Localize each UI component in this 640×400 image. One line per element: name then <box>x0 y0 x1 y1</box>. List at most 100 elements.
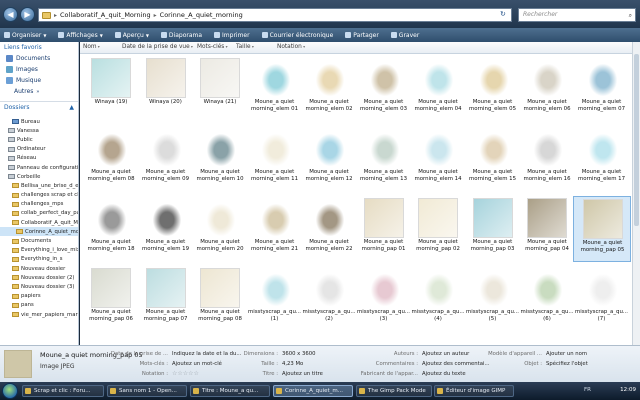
file-item[interactable]: Moune_a quiet morning_pap 08 <box>191 266 249 332</box>
file-item[interactable]: Moune_a quiet morning_elem 17 <box>573 126 631 192</box>
tree-item[interactable]: Réseau <box>0 154 78 163</box>
tree-item[interactable]: Bureau <box>0 117 78 126</box>
folders-heading[interactable]: Dossiers ▲ <box>0 101 78 113</box>
file-item[interactable]: Moune_a quiet morning_elem 12 <box>300 126 358 192</box>
authors-value[interactable]: Ajoutez un auteur <box>422 351 469 357</box>
print-button[interactable]: Imprimer <box>214 32 250 39</box>
file-item[interactable]: Moune_a quiet morning_pap 03 <box>464 196 522 262</box>
slideshow-button[interactable]: Diaporama <box>160 32 202 39</box>
file-item[interactable]: misstyscrap_a_qu... (2) <box>300 266 358 332</box>
file-item[interactable]: Moune_a quiet morning_elem 18 <box>82 196 140 262</box>
tree-item[interactable]: Public <box>0 135 78 144</box>
file-item[interactable]: Winaya (20) <box>137 56 195 122</box>
file-item[interactable]: misstyscrap_a_qu... (4) <box>409 266 467 332</box>
title-value[interactable]: Ajoutez un titre <box>282 371 323 377</box>
organize-button[interactable]: Organiser ▼ <box>4 32 46 39</box>
file-item[interactable]: Moune_a quiet morning_elem 19 <box>137 196 195 262</box>
breadcrumb-current[interactable]: Corinne_A_quiet_morning <box>160 11 243 19</box>
tree-item[interactable]: Ordinateur <box>0 145 78 154</box>
file-item[interactable]: Moune_a quiet morning_pap 07 <box>137 266 195 332</box>
file-item[interactable]: misstyscrap_a_qu... (3) <box>355 266 413 332</box>
file-item[interactable]: Moune_a quiet morning_elem 21 <box>246 196 304 262</box>
tree-item[interactable]: Corinne_A_quiet_mor <box>0 227 78 237</box>
file-item[interactable]: Moune_a quiet morning_elem 03 <box>355 56 413 122</box>
clock[interactable]: 12:09 <box>620 387 636 393</box>
file-item[interactable]: Moune_a quiet morning_elem 04 <box>409 56 467 122</box>
scrollbar-thumb[interactable] <box>634 54 639 226</box>
vertical-scrollbar[interactable] <box>632 42 640 345</box>
favorite-images[interactable]: Images <box>0 64 78 75</box>
tree-item[interactable]: Nouveau dossier (3) <box>0 282 78 291</box>
favorites-more[interactable]: Autres» <box>0 86 78 97</box>
file-item[interactable]: misstyscrap_a_qu... (5) <box>464 266 522 332</box>
back-button[interactable]: ◀ <box>3 7 18 22</box>
tree-item[interactable]: collab_perfect_day_part <box>0 209 78 218</box>
taskbar-button[interactable]: Sans nom 1 - Open... <box>107 385 187 397</box>
camera-model-value[interactable]: Ajouter un nom <box>546 351 587 357</box>
keywords-value[interactable]: Ajoutez un mot-clé <box>172 361 222 367</box>
file-item[interactable]: Moune_a quiet morning_elem 06 <box>518 56 576 122</box>
file-item[interactable]: Moune_a quiet morning_elem 22 <box>300 196 358 262</box>
camera-maker-value[interactable]: Ajoutez du texte <box>422 371 466 377</box>
taskbar-button[interactable]: Scrap et clic : Foru... <box>22 385 104 397</box>
address-field[interactable]: ▸ Collaboratif_A_quit_Morning ▸ Corinne_… <box>38 8 512 22</box>
subject-value[interactable]: Spécifiez l'objet <box>546 361 588 367</box>
taskbar-button[interactable]: Corinne_A_quiet_m... <box>273 385 353 397</box>
start-button[interactable] <box>2 383 18 399</box>
rating-stars[interactable]: ☆☆☆☆☆ <box>172 370 199 377</box>
file-item[interactable]: Moune_a quiet morning_elem 13 <box>355 126 413 192</box>
column-date-taken[interactable]: Date de la prise de vue <box>122 44 193 50</box>
file-item[interactable]: Moune_a quiet morning_pap 06 <box>82 266 140 332</box>
file-item[interactable]: Moune_a quiet morning_elem 08 <box>82 126 140 192</box>
tree-item[interactable]: Everything_i_love_mixst <box>0 246 78 255</box>
file-item[interactable]: Moune_a quiet morning_elem 01 <box>246 56 304 122</box>
file-item[interactable]: Moune_a quiet morning_pap 04 <box>518 196 576 262</box>
comments-value[interactable]: Ajoutez des commentai... <box>422 361 490 367</box>
taskbar-button[interactable]: Éditeur d'image GIMP <box>434 385 514 397</box>
file-item[interactable]: Moune_a quiet morning_elem 09 <box>137 126 195 192</box>
file-item[interactable]: Moune_a quiet morning_elem 11 <box>246 126 304 192</box>
file-item[interactable]: Winaya (19) <box>82 56 140 122</box>
tree-item[interactable]: pans <box>0 301 78 310</box>
language-indicator[interactable]: FR <box>584 387 591 393</box>
file-item[interactable]: Moune_a quiet morning_elem 02 <box>300 56 358 122</box>
tree-item[interactable]: Nouveau dossier (2) <box>0 273 78 282</box>
search-input[interactable]: Rechercher ⌕ <box>518 8 636 22</box>
breadcrumb-parent[interactable]: Collaboratif_A_quit_Morning <box>60 11 151 19</box>
forward-button[interactable]: ▶ <box>20 7 35 22</box>
tree-item[interactable]: Panneau de configurati <box>0 163 78 172</box>
file-item[interactable]: misstyscrap_a_qu... (6) <box>518 266 576 332</box>
tree-item[interactable]: Nouveau dossier <box>0 264 78 273</box>
taskbar-button[interactable]: The Gimp Pack Mode <box>356 385 432 397</box>
tree-item[interactable]: Bellisa_une_brise_d_ete_ <box>0 181 78 190</box>
tree-item[interactable]: Collaboratif_A_quit_Mo <box>0 218 78 227</box>
tree-item[interactable]: Vanessa <box>0 126 78 135</box>
search-icon[interactable]: ⌕ <box>629 10 632 22</box>
preview-button[interactable]: Aperçu ▼ <box>114 32 149 39</box>
file-item[interactable]: Moune_a quiet morning_pap 05 <box>572 196 631 262</box>
favorite-music[interactable]: Musique <box>0 75 78 86</box>
burn-button[interactable]: Graver <box>390 32 419 39</box>
file-item[interactable]: Winaya (21) <box>191 56 249 122</box>
share-button[interactable]: Partager <box>345 32 379 39</box>
file-item[interactable]: misstyscrap_a_qu... (1) <box>246 266 304 332</box>
tree-item[interactable]: challenges scrap et clic <box>0 191 78 200</box>
file-item[interactable]: Moune_a quiet morning_elem 05 <box>464 56 522 122</box>
taskbar-button[interactable]: Titre : Moune_a qu... <box>190 385 270 397</box>
column-name[interactable]: Nom <box>83 44 100 50</box>
file-item[interactable]: Moune_a quiet morning_elem 07 <box>573 56 631 122</box>
column-keywords[interactable]: Mots-clés <box>197 44 228 50</box>
file-item[interactable]: Moune_a quiet morning_elem 16 <box>518 126 576 192</box>
tree-item[interactable]: Everything_in_s <box>0 255 78 264</box>
email-button[interactable]: Courrier électronique <box>261 32 333 39</box>
file-item[interactable]: Moune_a quiet morning_elem 20 <box>191 196 249 262</box>
file-item[interactable]: misstyscrap_a_qu... (7) <box>573 266 631 332</box>
file-item[interactable]: Moune_a quiet morning_elem 14 <box>409 126 467 192</box>
tree-item[interactable]: Corbeille <box>0 172 78 181</box>
refresh-icon[interactable]: ↻ <box>500 10 506 18</box>
favorite-documents[interactable]: Documents <box>0 53 78 64</box>
tree-item[interactable]: vie_mer_papiers_marisc <box>0 310 78 319</box>
file-item[interactable]: Moune_a quiet morning_elem 10 <box>191 126 249 192</box>
file-item[interactable]: Moune_a quiet morning_elem 15 <box>464 126 522 192</box>
column-size[interactable]: Taille <box>236 44 254 50</box>
